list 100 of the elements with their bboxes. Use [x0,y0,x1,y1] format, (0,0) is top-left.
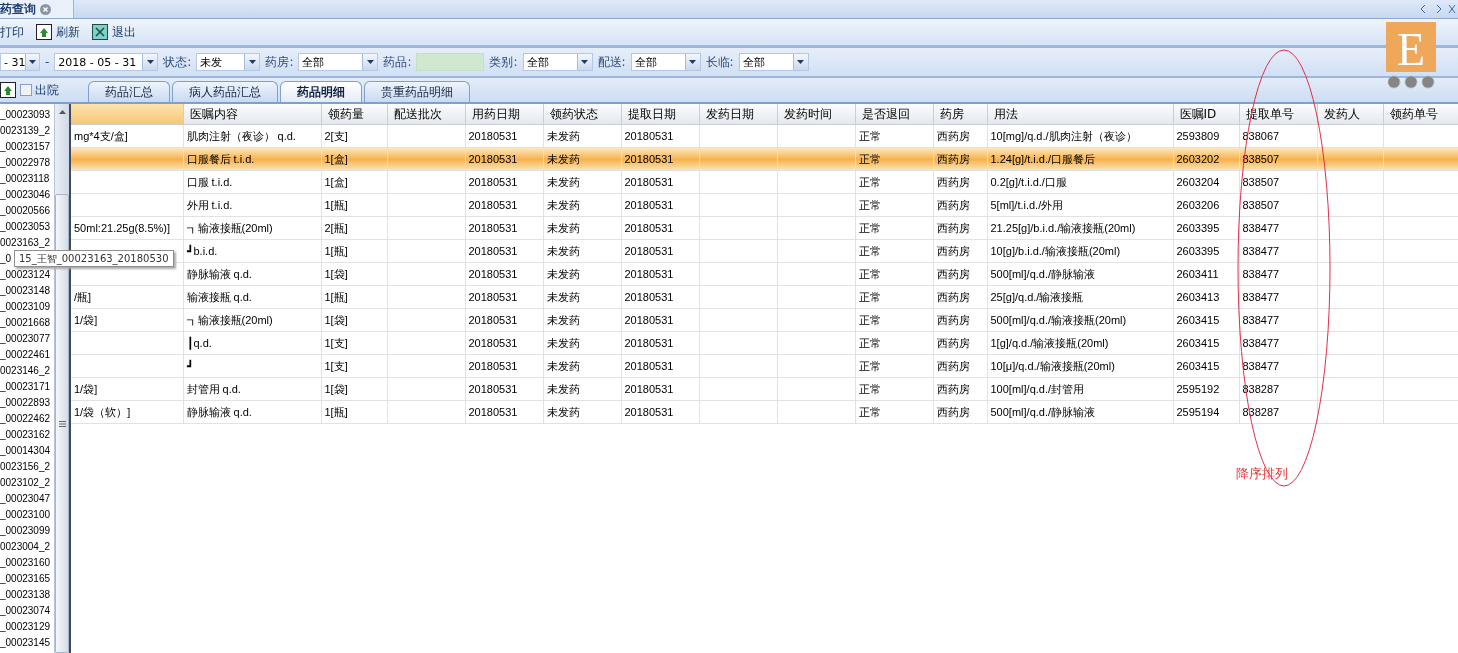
input-field[interactable] [416,53,485,71]
column-header[interactable]: 领药状态 [543,104,621,125]
filter-label: 药品: [382,53,413,71]
patient-list-item[interactable]: _00022978 [0,155,51,171]
select-field[interactable]: 全部 [630,53,701,71]
patient-list-item[interactable]: _00020566 [0,203,51,219]
table-row[interactable]: 50ml:21.25g(8.5%)] ┓输液接瓶(20ml) 2[瓶] 20180531 未发药 20180531 正常 西药房 21.25[g]/b.i.d./输液接瓶(20ml) 2603395 838477 [71,216,1458,240]
patient-list-item[interactable]: _00022893 [0,395,51,411]
patient-list-item[interactable]: _00023118 [0,171,50,187]
table-row[interactable]: ┛ 1[支] 20180531 未发药 20180531 正常 西药房 10[μ]/q.d./输液接瓶(20ml) 2603415 838477 [71,354,1458,378]
patient-list-item[interactable]: _00023162 [0,427,51,443]
patient-list-item[interactable]: _00023148 [0,283,51,299]
column-header[interactable]: 医嘱ID [1173,104,1239,125]
navigation-icon[interactable] [1420,4,1456,14]
refresh-icon[interactable] [0,82,16,98]
patient-list-item[interactable]: 0023163_2 [0,235,51,251]
column-header[interactable]: 医嘱内容 [183,104,321,125]
patient-list-item[interactable]: 0023146_2 [0,363,51,379]
patient-list-item[interactable]: _00023074 [0,603,51,619]
date-field[interactable]: 2018 - 05 - 31 [54,53,159,71]
table-cell: 西药房 [936,129,970,142]
patient-list-item[interactable]: _00023109 [0,299,51,315]
select-field[interactable]: 未发 [196,53,261,71]
column-header[interactable]: 发药时间 [777,104,855,125]
close-icon[interactable] [40,3,51,15]
patient-list-item[interactable]: _00023093 [0,107,51,123]
patient-list-item[interactable]: _00021668 [0,315,51,331]
patient-list-item[interactable]: _00023124 [0,267,51,283]
patient-list-item[interactable]: _00023171 [0,379,51,395]
table-row[interactable]: 1/袋] ┓输液接瓶(20ml) 1[袋] 20180531 未发药 20180531 正常 西药房 500[ml]/q.d./输液接瓶(20ml) 2603415 838477 [71,308,1458,332]
patient-list-item[interactable]: 0023139_2 [0,123,51,139]
column-header[interactable]: 发药人 [1317,104,1383,125]
patient-list-item[interactable]: _00023165 [0,571,51,587]
column-header[interactable]: 是否退回 [855,104,933,125]
table-row[interactable]: 静脉输液 q.d. 1[袋] 20180531 未发药 20180531 正常 西药房 500[ml]/q.d./静脉输液 2603411 838477 [71,262,1458,286]
table-row[interactable]: /瓶] 输液接瓶 q.d. 1[瓶] 20180531 未发药 20180531 正常 西药房 25[g]/q.d./输液接瓶 2603413 838477 [71,285,1458,309]
patient-list-item[interactable]: _00023053 [0,219,51,235]
dropdown-arrow-icon [689,60,697,64]
column-header[interactable]: 用药日期 [465,104,543,125]
patient-list-item[interactable]: _00023077 [0,331,51,347]
patient-list-item[interactable]: _00023099 [0,523,51,539]
filter-label: 类别: [488,53,519,71]
table-row[interactable]: 1/袋（软）] 静脉输液 q.d. 1[瓶] 20180531 未发药 20180531 正常 西药房 500[ml]/q.d./静脉输液 2595194 838287 [71,400,1458,424]
table-row[interactable]: 口服 t.i.d. 1[盒] 20180531 未发药 20180531 正常 西药房 0.2[g]/t.i.d./口服 2603204 838507 [71,170,1458,194]
toolbar-button[interactable]: 打印 [0,23,24,41]
patient-list-item[interactable]: 0023004_2 [0,539,51,555]
window-tab[interactable]: 药查询 [0,0,74,18]
table-cell: ┃q.d. [186,336,212,349]
tab[interactable]: 病人药品汇总 [172,81,278,102]
select-field[interactable]: 全部 [738,53,809,71]
patient-list-item[interactable]: _00014304 [0,443,51,459]
tab[interactable]: 药品汇总 [88,81,170,102]
table-row[interactable]: 外用 t.i.d. 1[瓶] 20180531 未发药 20180531 正常 西药房 5[ml]/t.i.d./外用 2603206 838507 [71,193,1458,217]
patient-list-item[interactable]: _00023157 [0,139,51,155]
table-cell: 2595192 [1176,383,1220,395]
patient-list-item[interactable]: _00023145 [0,635,51,651]
table-row[interactable]: ┃q.d. 1[支] 20180531 未发药 20180531 正常 西药房 1[g]/q.d./输液接瓶(20ml) 2603415 838477 [71,331,1458,355]
patient-list-item[interactable]: _00023138 [0,587,51,603]
column-header[interactable]: 药房 [933,104,987,125]
exit-icon [92,24,108,40]
column-header[interactable]: 配送批次 [387,104,465,125]
select-field[interactable]: 全部 [298,53,379,71]
column-header[interactable]: 领药量 [321,104,387,125]
patient-list-item[interactable]: _00023046 [0,187,51,203]
column-header[interactable]: 用法 [987,104,1173,125]
column-header[interactable]: 发药日期 [699,104,777,125]
patient-list-item[interactable]: _00023129 [0,619,51,635]
patient-list-item[interactable]: _0 [0,251,12,267]
tab[interactable]: 贵重药品明细 [364,81,470,102]
table-cell: 未发药 [546,175,580,188]
table-cell: 1/袋] [74,313,98,326]
scroll-up-arrow-icon[interactable] [58,110,66,114]
table-cell: 500[ml]/q.d./静脉输液 [990,405,1096,418]
date-field[interactable]: - 31 [0,53,40,71]
table-row[interactable]: 1/袋] 封管用 q.d. 1[袋] 20180531 未发药 20180531 正常 西药房 100[ml]/q.d./封管用 2595192 838287 [71,377,1458,401]
patient-list-item[interactable]: 0023156_2 [0,459,51,475]
column-header[interactable]: 提取单号 [1239,104,1317,125]
table-cell: 500[ml]/q.d./输液接瓶(20ml) [990,313,1127,326]
toolbar-button[interactable]: 退出 [92,23,136,41]
table-cell: 正常 [858,405,881,418]
table-cell: mg*4支/盒] [74,129,128,142]
table-cell: 正常 [858,336,881,349]
patient-list-item[interactable]: _00023100 [0,507,51,523]
column-header[interactable]: 提取日期 [621,104,699,125]
patient-list-item[interactable]: _00022461 [0,347,51,363]
table-cell: 1[支] [324,359,348,372]
table-cell: 1[袋] [324,313,348,326]
patient-list-item[interactable]: _00023047 [0,491,51,507]
table-row[interactable]: mg*4支/盒] 肌肉注射（夜诊） q.d. 2[支] 20180531 未发药 20180531 正常 西药房 10[mg]/q.d./肌肉注射（夜诊） 2593809 838067 [71,124,1458,148]
patient-list-item[interactable]: 0023102_2 [0,475,51,491]
table-row[interactable]: 口服餐后 t.i.d. 1[盒] 20180531 未发药 20180531 正常 西药房 1.24[g]/t.i.d./口服餐后 2603202 838507 [71,147,1458,171]
tooltip: 15_王智_00023163_20180530 [14,250,174,267]
patient-list-item[interactable]: _00023160 [0,555,51,571]
tab[interactable]: 药品明细 [280,81,362,102]
select-field[interactable]: 全部 [522,53,593,71]
toolbar-button[interactable]: 刷新 [36,23,80,41]
column-header[interactable]: 领药单号 [1383,104,1458,125]
patient-list-item[interactable]: _00022462 [0,411,51,427]
table-cell: 20180531 [624,268,674,280]
discharged-checkbox[interactable]: 出院 [20,81,59,99]
